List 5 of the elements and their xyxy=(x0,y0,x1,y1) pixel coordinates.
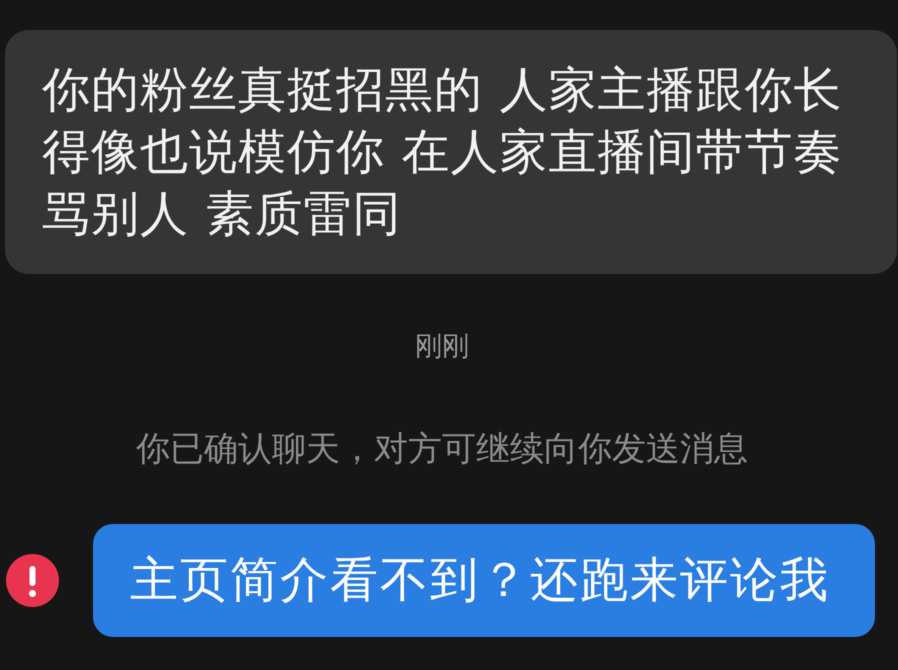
message-bubble: 你的粉丝真挺招黑的 人家主播跟你长得像也说模仿你 在人家直播间带节奏骂别人 素质雷同 xyxy=(5,30,897,274)
error-icon[interactable] xyxy=(6,554,59,607)
timestamp: 刚刚 xyxy=(414,330,470,364)
message-bubble: 主页简介看不到？还跑来评论我 xyxy=(93,524,875,637)
system-notice: 你已确认聊天，对方可继续向你发送消息 xyxy=(135,428,749,471)
